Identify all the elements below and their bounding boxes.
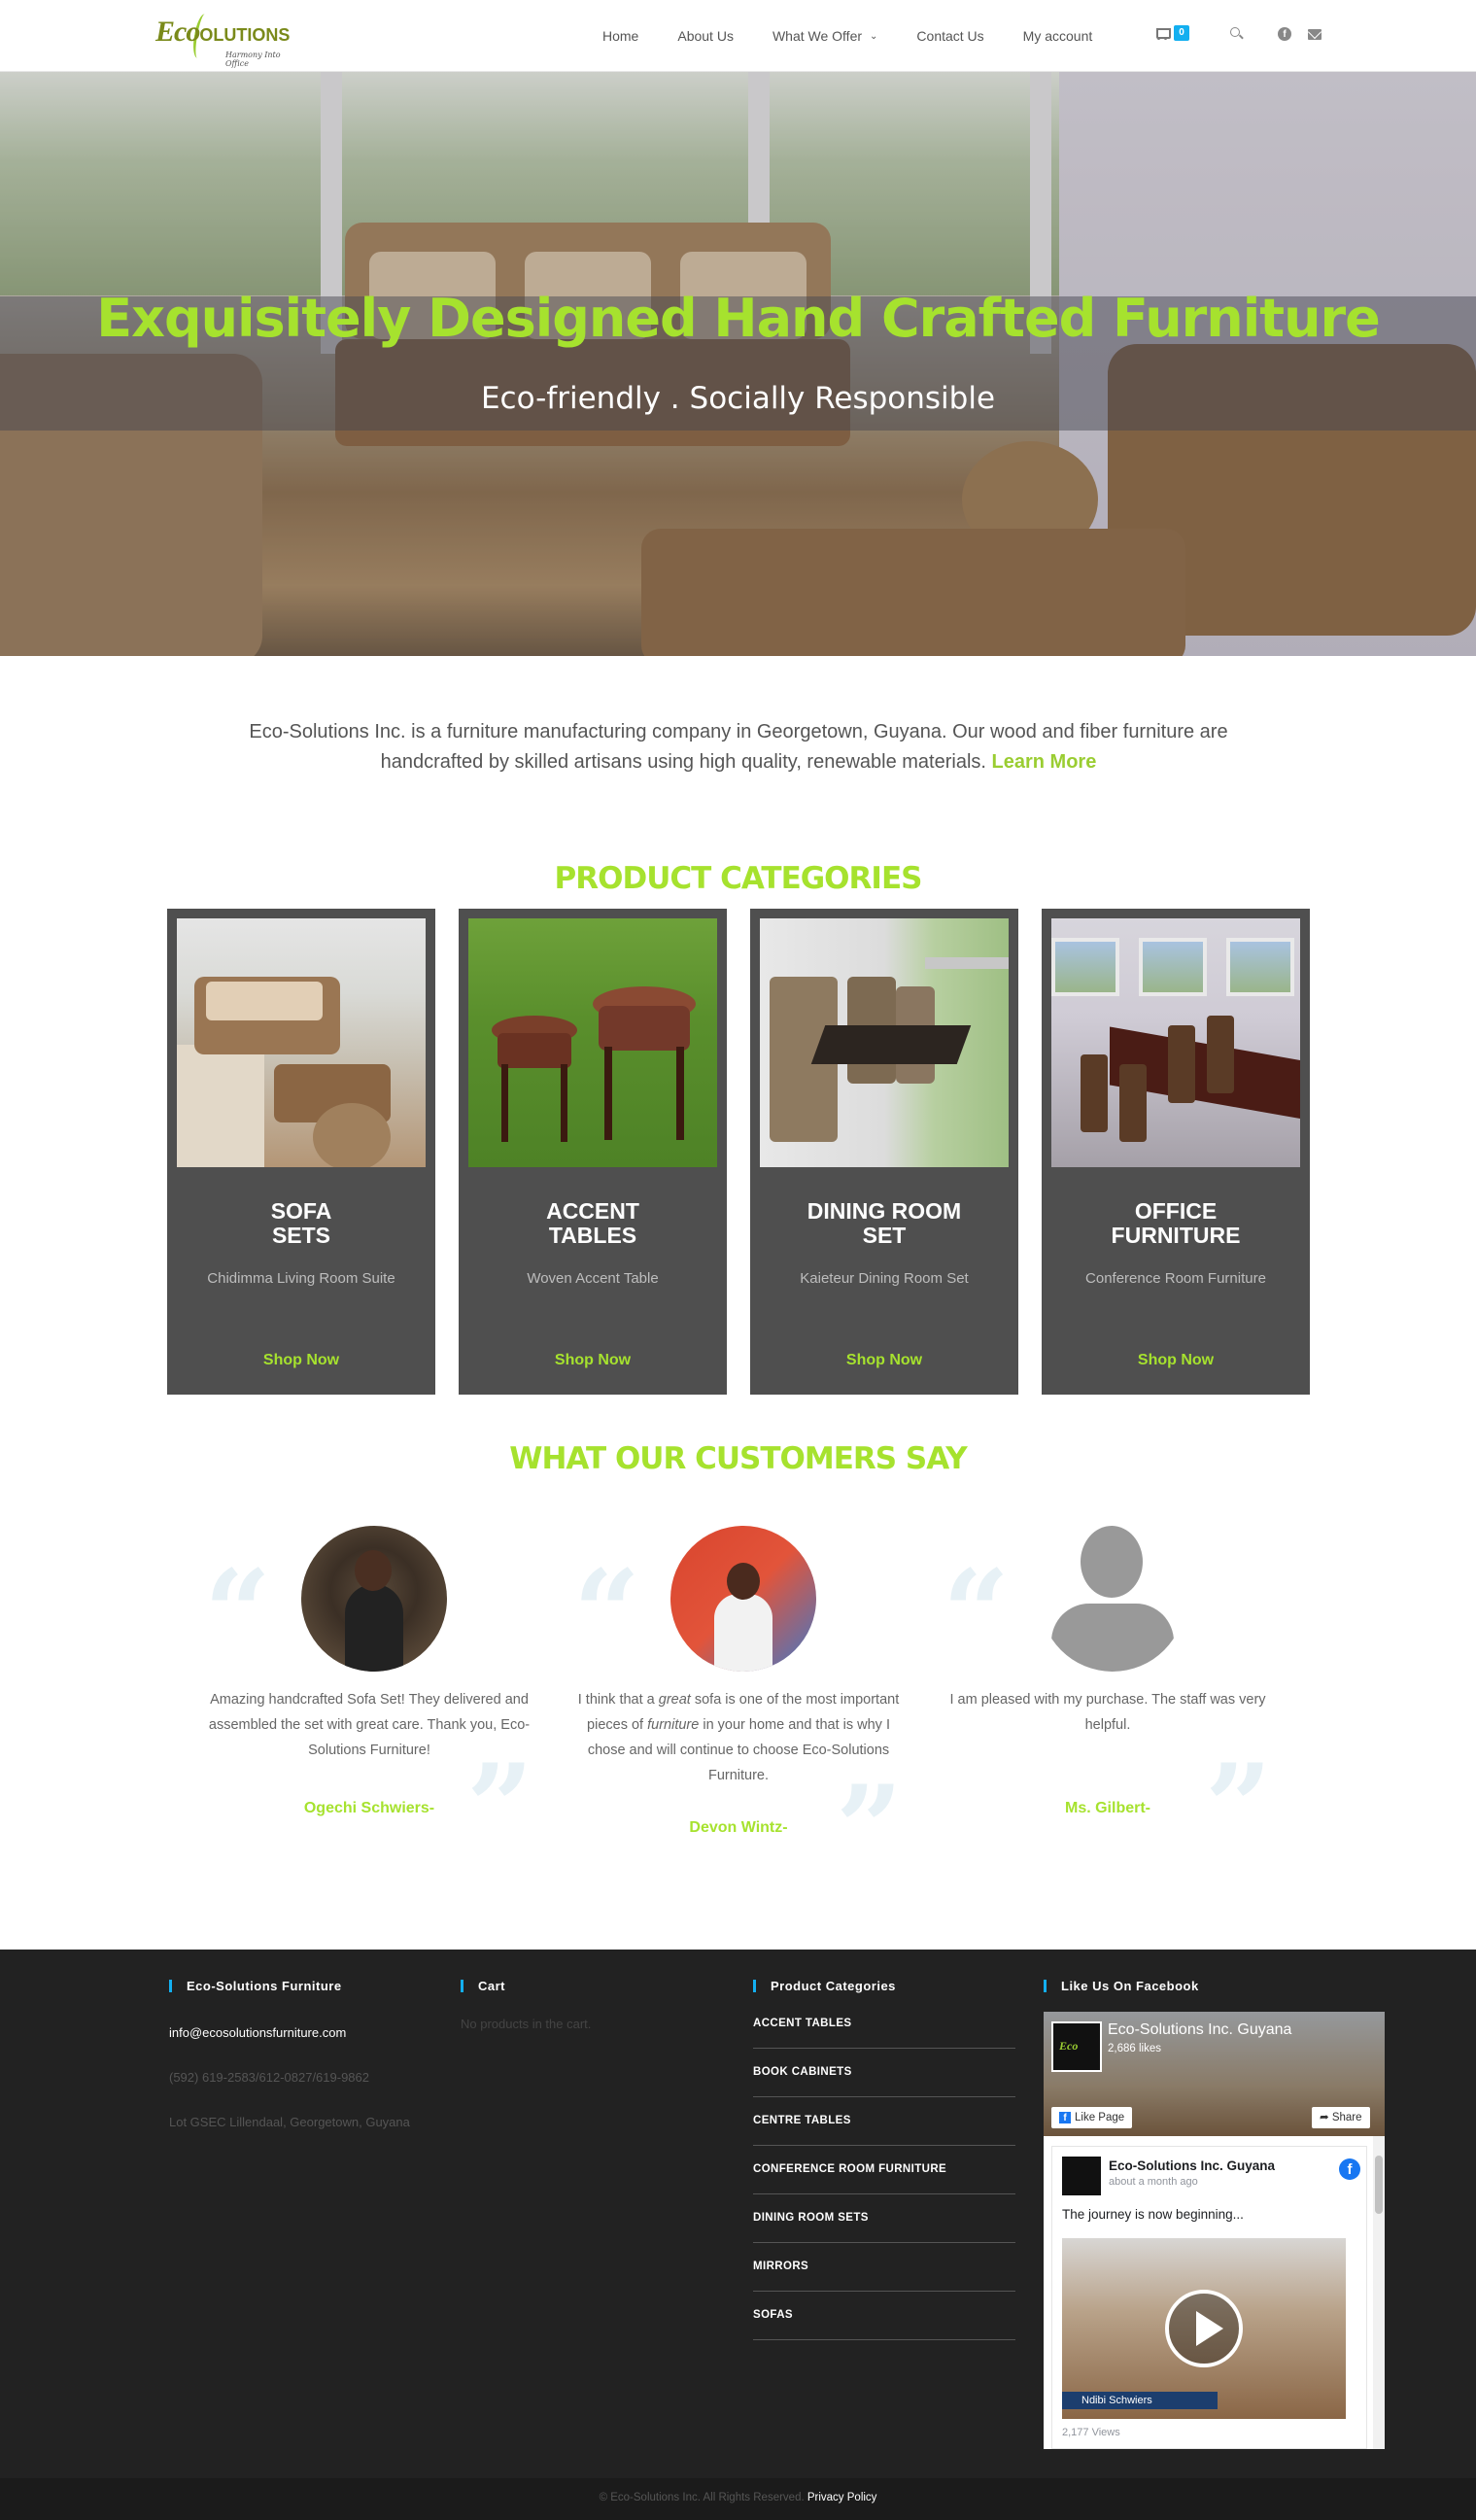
customer-photo: [301, 1526, 447, 1672]
footer-col-title: Product Categories: [753, 1979, 896, 1993]
nav-contact[interactable]: Contact Us: [916, 28, 983, 44]
facebook-page-widget: Eco-Solutions Inc. Guyana 2,686 likes fL…: [1044, 2012, 1385, 2449]
nav-home[interactable]: Home: [602, 28, 638, 44]
footer-category-link[interactable]: DINING ROOM SETS: [753, 2194, 1015, 2243]
nav-my-account[interactable]: My account: [1023, 28, 1093, 44]
post-timestamp[interactable]: about a month ago: [1109, 2176, 1198, 2188]
customer-name: Ms. Gilbert-: [1064, 1800, 1150, 1816]
category-card-dining-room[interactable]: DINING ROOM SET Kaieteur Dining Room Set …: [750, 909, 1018, 1395]
post-author-avatar[interactable]: [1062, 2157, 1101, 2195]
hero-title: Exquisitely Designed Hand Crafted Furnit…: [96, 288, 1381, 349]
facebook-page-logo[interactable]: [1051, 2021, 1102, 2072]
hero-subtitle: Eco-friendly . Socially Responsible: [480, 381, 996, 416]
office-furniture-image[interactable]: [1051, 918, 1300, 1167]
open-quote-icon: “: [204, 1544, 272, 1681]
copyright-text: © Eco-Solutions Inc. All Rights Reserved…: [599, 2492, 805, 2503]
copyright-bar: © Eco-Solutions Inc. All Rights Reserved…: [0, 2478, 1476, 2520]
footer-category-link[interactable]: ACCENT TABLES: [753, 2000, 1015, 2049]
customer-photo: [670, 1526, 816, 1672]
envelope-icon[interactable]: [1308, 29, 1322, 40]
share-icon: ➦: [1320, 2112, 1332, 2123]
footer-col-title: Eco-Solutions Furniture: [169, 1979, 342, 1993]
footer-col-title: Like Us On Facebook: [1044, 1979, 1199, 1993]
category-subtitle: Kaieteur Dining Room Set: [800, 1270, 969, 1287]
play-icon[interactable]: [1165, 2290, 1243, 2367]
category-card-sofa[interactable]: SOFA SETS Chidimma Living Room Suite Shop…: [167, 909, 435, 1395]
site-header: EcoOLUTIONS Harmony Into Office Home Abo…: [0, 0, 1476, 72]
facebook-like-button[interactable]: f Like Page: [1051, 2107, 1133, 2128]
testimonials-heading: WHAT OUR CUSTOMERS SAY: [509, 1441, 967, 1476]
main-nav: Home About Us What We Offer ⌄ Contact Us …: [602, 0, 1131, 72]
post-text: The journey is now beginning...: [1062, 2207, 1244, 2222]
shop-now-link[interactable]: Shop Now: [750, 1352, 1018, 1369]
cart-icon: [1154, 26, 1171, 40]
cart-count-badge: 0: [1174, 25, 1189, 41]
search-icon[interactable]: [1230, 27, 1244, 41]
category-subtitle: Conference Room Furniture: [1085, 1270, 1266, 1287]
hero-banner: Exquisitely Designed Hand Crafted Furnit…: [0, 72, 1476, 656]
facebook-logo-icon[interactable]: f: [1339, 2158, 1360, 2180]
empty-cart-text: No products in the cart.: [461, 2017, 592, 2031]
intro-text: Eco-Solutions Inc. is a furniture manufa…: [249, 721, 1228, 773]
facebook-widget-scrollbar[interactable]: [1373, 2136, 1385, 2449]
nav-what-we-offer[interactable]: What We Offer ⌄: [772, 28, 877, 44]
category-card-accent-tables[interactable]: ACCENT TABLES Woven Accent Table Shop Now: [459, 909, 727, 1395]
post-video[interactable]: Ndibi Schwiers: [1062, 2238, 1346, 2419]
facebook-icon[interactable]: f: [1278, 27, 1291, 41]
site-logo[interactable]: EcoOLUTIONS Harmony Into Office: [155, 12, 301, 68]
post-author-name[interactable]: Eco-Solutions Inc. Guyana: [1109, 2158, 1275, 2173]
category-title: ACCENT TABLES: [546, 1198, 639, 1248]
category-subtitle: Woven Accent Table: [527, 1270, 659, 1287]
customer-name: Devon Wintz-: [689, 1819, 788, 1836]
facebook-icon: f: [1059, 2112, 1071, 2123]
category-title: DINING ROOM SET: [807, 1198, 962, 1248]
footer-category-link[interactable]: MIRRORS: [753, 2243, 1015, 2292]
shop-now-link[interactable]: Shop Now: [167, 1352, 435, 1369]
footer-address: Lot GSEC Lillendaal, Georgetown, Guyana: [169, 2115, 410, 2129]
category-title: SOFA SETS: [270, 1198, 332, 1248]
facebook-post: Eco-Solutions Inc. Guyana about a month …: [1051, 2146, 1367, 2449]
logo-tagline: Harmony Into Office: [225, 51, 281, 68]
dining-set-image[interactable]: [760, 918, 1009, 1167]
nav-about[interactable]: About Us: [677, 28, 734, 44]
video-views: 2,177 Views: [1062, 2427, 1120, 2438]
learn-more-link[interactable]: Learn More: [992, 751, 1097, 773]
footer-phone: (592) 619-2583/612-0827/619-9862: [169, 2070, 370, 2085]
cart-button[interactable]: 0: [1154, 25, 1189, 41]
customer-name: Ogechi Schwiers-: [303, 1800, 435, 1816]
testimonial-text: I am pleased with my purchase. The staff…: [949, 1692, 1266, 1733]
facebook-page-name[interactable]: Eco-Solutions Inc. Guyana: [1108, 2021, 1291, 2039]
facebook-share-button[interactable]: ➦ Share: [1312, 2107, 1370, 2128]
chevron-down-icon: ⌄: [870, 30, 878, 42]
shop-now-link[interactable]: Shop Now: [1042, 1352, 1310, 1369]
footer-category-link[interactable]: SOFAS: [753, 2292, 1015, 2340]
open-quote-icon: “: [943, 1544, 1011, 1681]
category-subtitle: Chidimma Living Room Suite: [207, 1270, 395, 1287]
category-title: OFFICE FURNITURE: [1111, 1198, 1241, 1248]
open-quote-icon: “: [573, 1544, 641, 1681]
accent-table-image[interactable]: [468, 918, 717, 1167]
footer-category-link[interactable]: CENTRE TABLES: [753, 2097, 1015, 2146]
video-caption: Ndibi Schwiers: [1062, 2392, 1218, 2409]
logo-wordmark: EcoOLUTIONS: [155, 16, 291, 48]
footer-email-link[interactable]: info@ecosolutionsfurniture.com: [169, 2025, 346, 2040]
category-card-office[interactable]: OFFICE FURNITURE Conference Room Furnitur…: [1042, 909, 1310, 1395]
facebook-likes-count: 2,686 likes: [1108, 2043, 1161, 2054]
privacy-policy-link[interactable]: Privacy Policy: [807, 2492, 877, 2503]
shop-now-link[interactable]: Shop Now: [459, 1352, 727, 1369]
footer-col-title: Cart: [461, 1979, 505, 1993]
default-avatar-icon: [1040, 1526, 1185, 1672]
footer-category-link[interactable]: CONFERENCE ROOM FURNITURE: [753, 2146, 1015, 2194]
footer-category-link[interactable]: BOOK CABINETS: [753, 2049, 1015, 2097]
sofa-set-image[interactable]: [177, 918, 426, 1167]
categories-heading: PRODUCT CATEGORIES: [554, 861, 923, 896]
